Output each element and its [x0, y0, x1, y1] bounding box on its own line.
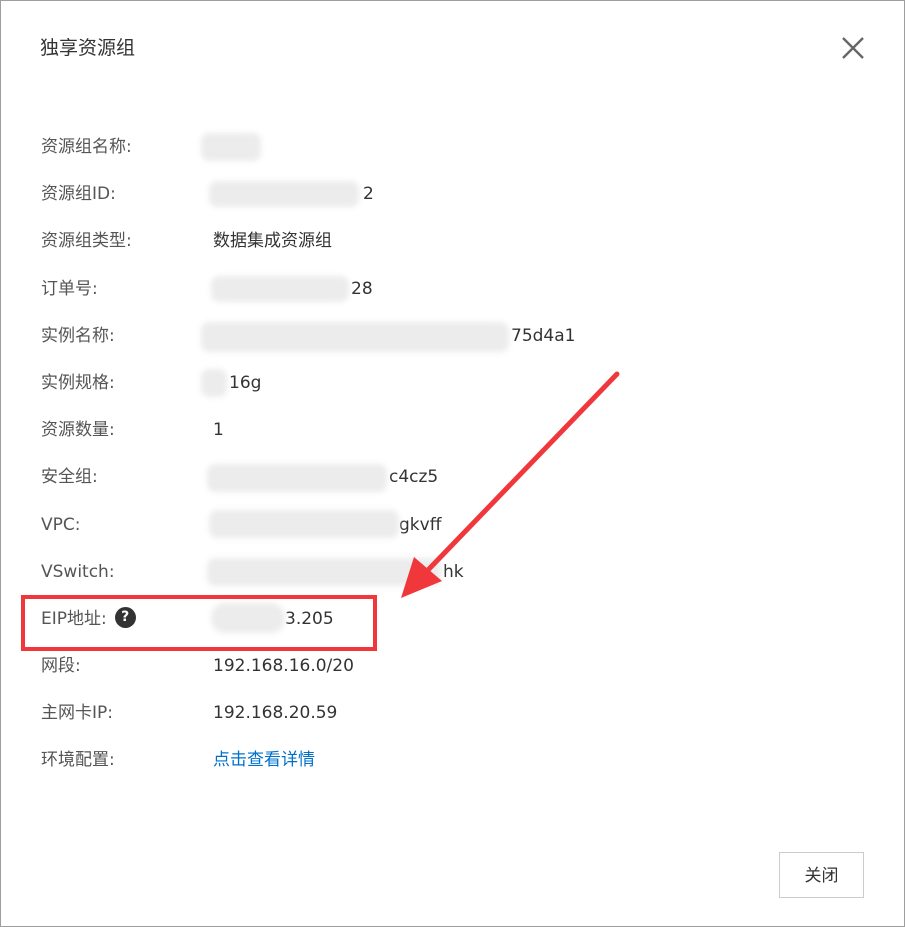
- row-resource-group-name: 资源组名称:: [1, 124, 904, 171]
- row-instance-spec: 实例规格: 16g: [1, 360, 904, 407]
- redaction-blur: [209, 181, 359, 207]
- row-environment-config: 环境配置: 点击查看详情: [1, 737, 904, 784]
- row-resource-count: 资源数量: 1: [1, 407, 904, 454]
- row-order-number: 订单号: 28: [1, 266, 904, 313]
- info-list: 资源组名称: 资源组ID: 2 资源组类型: 数据集成资源组 订单号: 28 实…: [1, 124, 904, 785]
- annotation-highlight-box: [21, 595, 377, 651]
- label-vswitch: VSwitch:: [41, 561, 115, 582]
- value-resource-group-type: 数据集成资源组: [213, 231, 332, 252]
- view-details-link[interactable]: 点击查看详情: [213, 737, 315, 784]
- label-order-number: 订单号:: [41, 278, 98, 299]
- value-instance-spec: 16g: [229, 372, 262, 393]
- value-resource-group-id: 2: [363, 184, 374, 205]
- value-instance-name: 75d4a1: [511, 325, 576, 346]
- value-vpc: gkvff: [399, 514, 442, 535]
- row-primary-nic-ip: 主网卡IP: 192.168.20.59: [1, 690, 904, 737]
- label-instance-name: 实例名称:: [41, 325, 115, 346]
- redaction-blur: [201, 322, 509, 352]
- resource-group-dialog: 独享资源组 资源组名称: 资源组ID: 2 资源组类型: 数据集成资源组 订单号…: [0, 0, 905, 927]
- redaction-blur: [207, 464, 387, 492]
- row-resource-group-id: 资源组ID: 2: [1, 171, 904, 218]
- row-security-group: 安全组: c4cz5: [1, 454, 904, 501]
- redaction-blur: [207, 558, 441, 586]
- label-resource-group-type: 资源组类型:: [41, 231, 132, 252]
- label-resource-count: 资源数量:: [41, 420, 115, 441]
- value-security-group: c4cz5: [389, 467, 439, 488]
- label-resource-group-name: 资源组名称:: [41, 137, 132, 157]
- label-primary-nic-ip: 主网卡IP:: [41, 703, 113, 724]
- dialog-title: 独享资源组: [40, 37, 136, 59]
- value-order-number: 28: [351, 278, 373, 299]
- redaction-blur: [211, 276, 349, 302]
- label-security-group: 安全组:: [41, 467, 98, 488]
- label-vpc: VPC:: [41, 514, 81, 535]
- close-icon[interactable]: [840, 35, 866, 61]
- redaction-blur: [201, 369, 227, 397]
- label-instance-spec: 实例规格:: [41, 372, 115, 393]
- redaction-blur: [201, 133, 261, 161]
- row-vpc: VPC: gkvff: [1, 502, 904, 549]
- redaction-blur: [209, 510, 399, 538]
- label-environment-config: 环境配置:: [41, 750, 115, 771]
- row-vswitch: VSwitch: hk: [1, 549, 904, 596]
- label-resource-group-id: 资源组ID:: [41, 184, 116, 205]
- value-vswitch: hk: [443, 561, 464, 582]
- close-button[interactable]: 关闭: [779, 852, 864, 898]
- value-resource-count: 1: [213, 420, 224, 441]
- row-resource-group-type: 资源组类型: 数据集成资源组: [1, 218, 904, 265]
- value-primary-nic-ip: 192.168.20.59: [213, 703, 338, 724]
